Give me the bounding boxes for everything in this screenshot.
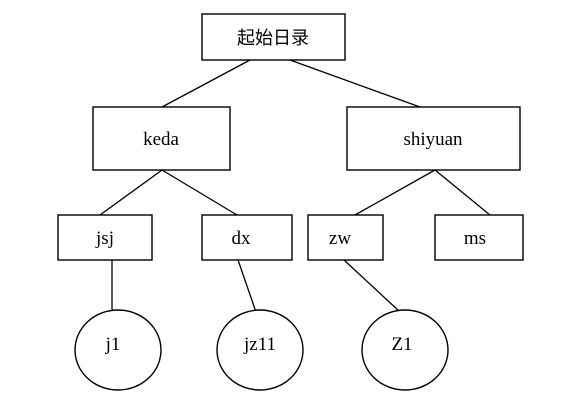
node-jsj-label: jsj <box>95 228 114 249</box>
node-dx-label: dx <box>232 228 252 249</box>
edge-shiyuan-zw <box>354 169 436 216</box>
node-keda-label: keda <box>143 129 179 150</box>
edge-zw-Z1 <box>343 259 401 313</box>
node-Z1-label: Z1 <box>391 334 412 355</box>
edge-dx-jz11 <box>237 259 257 313</box>
node-ms-label: ms <box>464 228 486 249</box>
node-jsj: jsj <box>57 214 153 261</box>
tree-edges <box>99 59 491 313</box>
node-zw-label: zw <box>329 228 351 249</box>
edge-keda-jsj <box>99 169 163 216</box>
node-root: 起始日录 <box>201 13 346 61</box>
edge-root-keda <box>161 59 251 108</box>
node-j1-label: j1 <box>105 334 121 355</box>
node-shiyuan-label: shiyuan <box>403 129 463 150</box>
node-zw: zw <box>307 214 384 261</box>
node-root-label: 起始日录 <box>237 28 309 49</box>
node-jz11: jz11 <box>216 309 304 391</box>
node-jz11-label: jz11 <box>243 334 276 355</box>
edge-keda-dx <box>161 169 238 216</box>
node-j1: j1 <box>74 309 162 391</box>
edge-shiyuan-ms <box>434 169 491 216</box>
directory-tree-diagram: 起始日录 keda shiyuan jsj dx zw ms j1 jz11 Z… <box>57 13 524 391</box>
node-shiyuan: shiyuan <box>346 106 521 171</box>
node-dx: dx <box>201 214 293 261</box>
node-keda: keda <box>92 106 231 171</box>
node-Z1: Z1 <box>361 309 449 391</box>
edge-root-shiyuan <box>289 59 421 108</box>
node-ms: ms <box>434 214 524 261</box>
